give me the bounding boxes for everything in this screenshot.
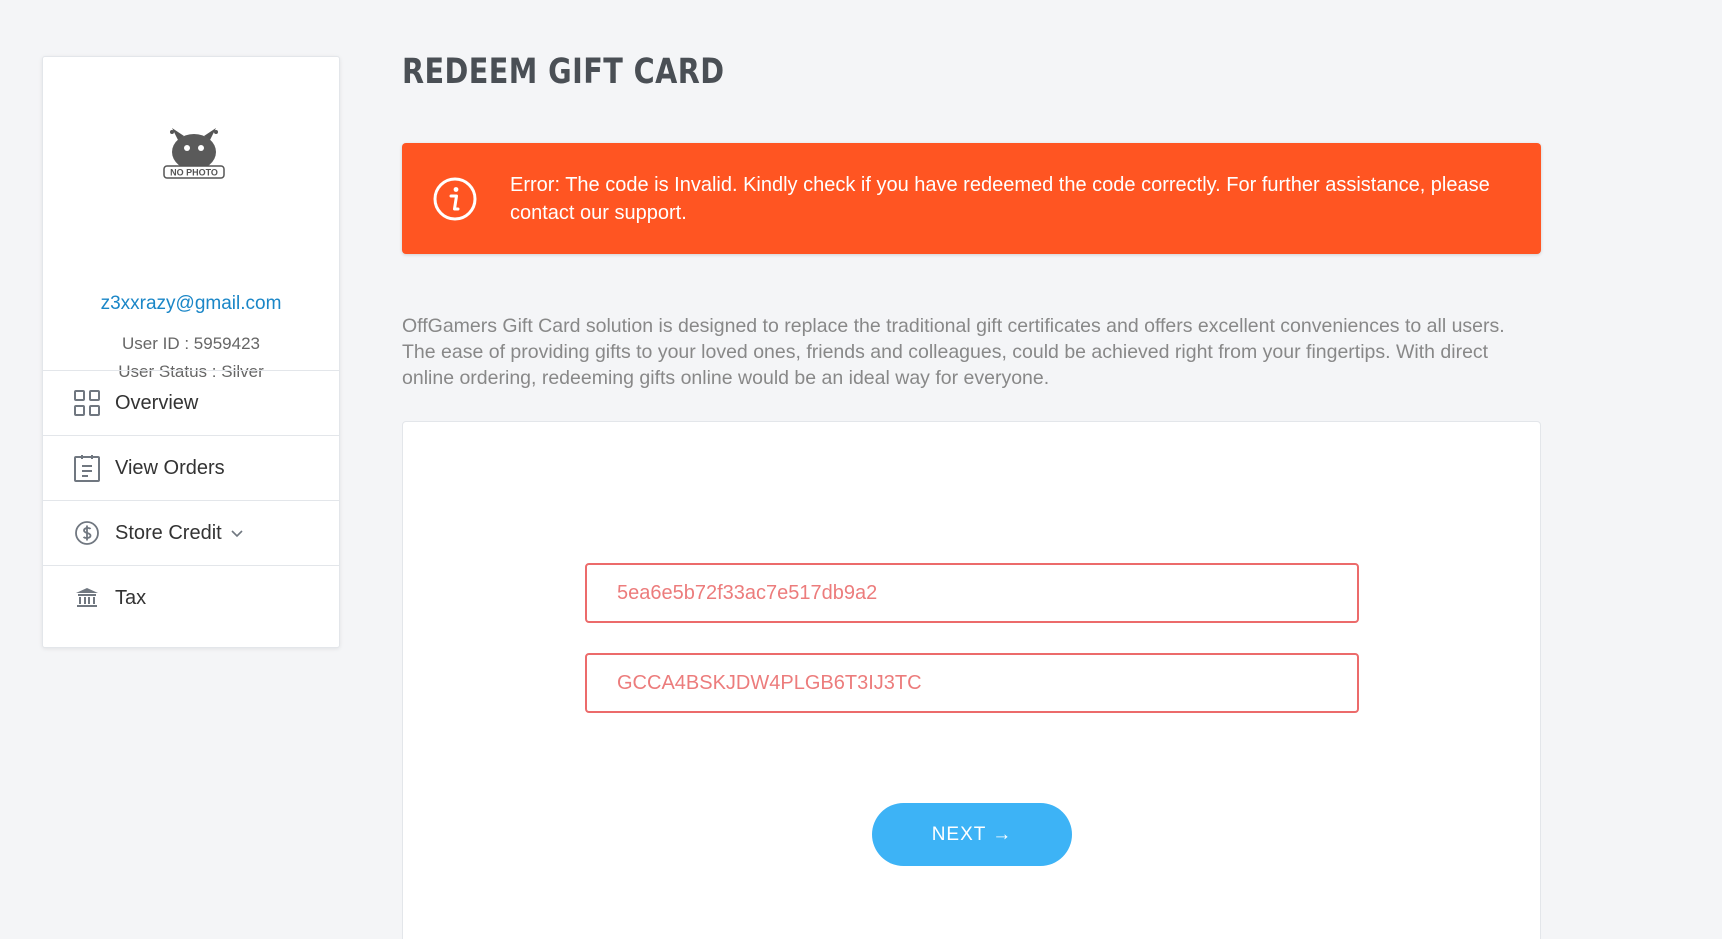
- sidebar-nav: Overview View Orders Store Credit Tax: [43, 370, 339, 630]
- chevron-down-icon[interactable]: [230, 526, 244, 540]
- page: NO PHOTO z3xxrazy@gmail.com User ID : 59…: [0, 0, 1722, 939]
- svg-text:NO PHOTO: NO PHOTO: [170, 168, 218, 178]
- page-title: REDEEM GIFT CARD: [402, 52, 725, 92]
- user-email[interactable]: z3xxrazy@gmail.com: [43, 293, 339, 315]
- user-id: User ID : 5959423: [122, 334, 260, 353]
- next-button[interactable]: NEXT →: [872, 803, 1072, 866]
- bank-icon: [73, 584, 101, 612]
- dollar-circle-icon: [73, 519, 101, 547]
- sidebar-item-label: View Orders: [115, 456, 225, 479]
- clipboard-icon: [73, 454, 101, 482]
- pin-code-input[interactable]: [585, 653, 1359, 713]
- sidebar-item-store-credit[interactable]: Store Credit: [43, 500, 339, 565]
- account-sidebar: NO PHOTO z3xxrazy@gmail.com User ID : 59…: [42, 56, 340, 648]
- error-alert: Error: The code is Invalid. Kindly check…: [402, 143, 1541, 254]
- gift-card-description: OffGamers Gift Card solution is designed…: [402, 315, 1505, 389]
- avatar: NO PHOTO: [158, 122, 230, 182]
- sidebar-item-label: Store Credit: [115, 521, 222, 544]
- info-icon: [432, 176, 478, 222]
- profile-card: NO PHOTO z3xxrazy@gmail.com User ID : 59…: [43, 57, 339, 381]
- sidebar-item-overview[interactable]: Overview: [43, 370, 339, 435]
- sidebar-item-view-orders[interactable]: View Orders: [43, 435, 339, 500]
- error-message: Error: The code is Invalid. Kindly check…: [510, 173, 1490, 224]
- serial-code-input[interactable]: [585, 563, 1359, 623]
- sidebar-item-label: Overview: [115, 391, 199, 414]
- grid-icon: [73, 389, 101, 417]
- redeem-form-card: NEXT →: [402, 421, 1541, 939]
- sidebar-item-label: Tax: [115, 586, 147, 609]
- sidebar-item-tax[interactable]: Tax: [43, 565, 339, 630]
- no-photo-avatar-icon: NO PHOTO: [163, 128, 225, 179]
